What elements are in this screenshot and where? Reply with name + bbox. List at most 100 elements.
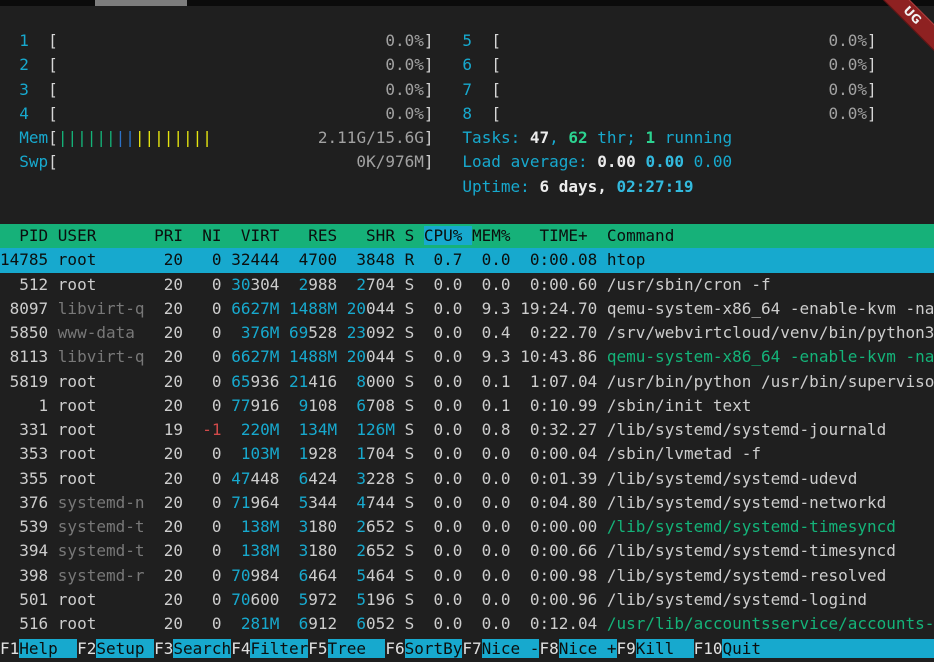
res-cell: 21: [289, 372, 308, 391]
load-average-label: Load average:: [462, 152, 597, 171]
process-row-355[interactable]: 355 root 20 0 47448 6424 3228 S 0.0 0.0 …: [0, 467, 934, 491]
column-header-time[interactable]: TIME+: [520, 226, 607, 245]
column-header-cpu[interactable]: CPU%: [424, 226, 472, 245]
shr-cell-low: 228: [366, 469, 405, 488]
user-cell: root: [58, 590, 154, 609]
shr-cell: 2: [347, 517, 366, 536]
ni-cell: 0: [193, 614, 232, 633]
fn-f6-key[interactable]: F6: [385, 639, 404, 658]
meter-close-bracket: ]: [424, 128, 434, 147]
text-span: [212, 128, 318, 147]
process-row-501[interactable]: 501 root 20 0 70600 5972 5196 S 0.0 0.0 …: [0, 588, 934, 612]
ni-cell: 0: [193, 541, 232, 560]
fn-f8-label[interactable]: Nice +: [559, 639, 617, 658]
fn-f9-key[interactable]: F9: [617, 639, 636, 658]
virt-cell-low: 304: [250, 275, 289, 294]
swap-meter-row: Swp[ 0K/976M] Load average: 0.00 0.00 0.…: [0, 150, 934, 174]
process-row-353[interactable]: 353 root 20 0 103M 1928 1704 S 0.0 0.0 0…: [0, 442, 934, 466]
cpu-meter-row-1: 1 [ 0.0%] 5 [ 0.0%]: [0, 29, 934, 53]
column-header-ni[interactable]: NI: [193, 226, 232, 245]
virt-cell: 138M: [231, 517, 289, 536]
fn-f2-label[interactable]: Setup: [96, 639, 154, 658]
shr-cell: 20: [347, 347, 366, 366]
ni-cell: 0: [193, 347, 232, 366]
time-cell: 0:10.99: [520, 396, 607, 415]
process-row-394[interactable]: 394 systemd-t 20 0 138M 3180 2652 S 0.0 …: [0, 539, 934, 563]
column-header-res[interactable]: RES: [289, 226, 347, 245]
fn-f2-key[interactable]: F2: [77, 639, 96, 658]
res-cell-low: 912: [308, 614, 347, 633]
fn-f4-label[interactable]: Filter: [250, 639, 308, 658]
tasks-label: Tasks:: [462, 128, 529, 147]
cpu-3-label: 3: [0, 80, 29, 99]
process-row-1[interactable]: 1 root 20 0 77916 9108 6708 S 0.0 0.1 0:…: [0, 394, 934, 418]
shr-cell-low: 708: [366, 396, 405, 415]
res-cell-low: 416: [308, 372, 347, 391]
fn-f6-label[interactable]: SortBy: [405, 639, 463, 658]
pid-cell: 8113: [0, 347, 58, 366]
swp-label: Swp: [0, 152, 48, 171]
ni-cell: 0: [193, 396, 232, 415]
process-row-516[interactable]: 516 root 20 0 281M 6912 6052 S 0.0 0.0 0…: [0, 612, 934, 636]
fn-f10-label[interactable]: Quit: [722, 639, 934, 658]
meter-open-bracket: [: [48, 55, 58, 74]
virt-cell: 77: [231, 396, 250, 415]
command-cell: /sbin/init text: [607, 396, 752, 415]
text-span: [472, 80, 491, 99]
state-cell: S: [405, 590, 424, 609]
column-header-mem[interactable]: MEM%: [472, 226, 520, 245]
column-header-virt[interactable]: VIRT: [231, 226, 289, 245]
fn-f10-key[interactable]: F10: [694, 639, 723, 658]
meter-open-bracket: [: [48, 31, 58, 50]
fn-f1-label[interactable]: Help: [19, 639, 77, 658]
res-cell: 6: [289, 469, 308, 488]
res-cell: 5: [289, 493, 308, 512]
pid-cell: 331: [0, 420, 58, 439]
swp-value: 0K/976M: [58, 152, 424, 171]
text-span: [29, 55, 48, 74]
shr-cell: 2: [347, 541, 366, 560]
running-label: running: [655, 128, 732, 147]
column-header-command[interactable]: Command: [607, 226, 674, 245]
fn-f7-key[interactable]: F7: [462, 639, 481, 658]
cpu-percent-cell: 0.0: [424, 469, 472, 488]
pri-cell: 20: [154, 396, 193, 415]
fn-f1-key[interactable]: F1: [0, 639, 19, 658]
fn-f3-label[interactable]: Search: [173, 639, 231, 658]
column-header-pri[interactable]: PRI: [154, 226, 193, 245]
fn-f4-key[interactable]: F4: [231, 639, 250, 658]
fn-f5-label[interactable]: Tree: [328, 639, 386, 658]
pri-cell: 20: [154, 590, 193, 609]
process-row-398[interactable]: 398 systemd-r 20 0 70984 6464 5464 S 0.0…: [0, 564, 934, 588]
column-header-shr[interactable]: SHR: [347, 226, 405, 245]
pid-cell: 1: [0, 396, 58, 415]
column-header-s[interactable]: S: [405, 226, 424, 245]
meter-open-bracket: [: [48, 104, 58, 123]
process-row-5819[interactable]: 5819 root 20 0 65936 21416 8000 S 0.0 0.…: [0, 370, 934, 394]
fn-f7-label[interactable]: Nice -: [482, 639, 540, 658]
ni-cell: 0: [193, 469, 232, 488]
command-cell: /lib/systemd/systemd-resolved: [607, 566, 886, 585]
fn-f3-key[interactable]: F3: [154, 639, 173, 658]
process-row-5850[interactable]: 5850 www-data 20 0 376M 69528 23092 S 0.…: [0, 321, 934, 345]
command-cell: htop: [607, 250, 646, 269]
shr-cell-low: 000: [366, 372, 405, 391]
process-row-8113[interactable]: 8113 libvirt-q 20 0 6627M 1488M 20044 S …: [0, 345, 934, 369]
ni-cell: 0: [193, 250, 232, 269]
state-cell: S: [405, 323, 424, 342]
fn-f8-key[interactable]: F8: [539, 639, 558, 658]
fn-f9-label[interactable]: Kill: [636, 639, 694, 658]
column-header-user[interactable]: USER: [58, 226, 154, 245]
fn-f5-key[interactable]: F5: [308, 639, 327, 658]
column-header-pid[interactable]: PID: [0, 226, 58, 245]
pri-cell: 19: [154, 420, 193, 439]
process-row-512[interactable]: 512 root 20 0 30304 2988 2704 S 0.0 0.0 …: [0, 273, 934, 297]
virt-cell: 6627M: [231, 347, 289, 366]
process-row-376[interactable]: 376 systemd-n 20 0 71964 5344 4744 S 0.0…: [0, 491, 934, 515]
cpu-percent-cell: 0.0: [424, 614, 472, 633]
process-row-14785[interactable]: 14785 root 20 0 32444 4700 3848 R 0.7 0.…: [0, 248, 934, 272]
process-row-331[interactable]: 331 root 19 -1 220M 134M 126M S 0.0 0.8 …: [0, 418, 934, 442]
user-cell: root: [58, 396, 154, 415]
process-row-539[interactable]: 539 systemd-t 20 0 138M 3180 2652 S 0.0 …: [0, 515, 934, 539]
process-row-8097[interactable]: 8097 libvirt-q 20 0 6627M 1488M 20044 S …: [0, 297, 934, 321]
